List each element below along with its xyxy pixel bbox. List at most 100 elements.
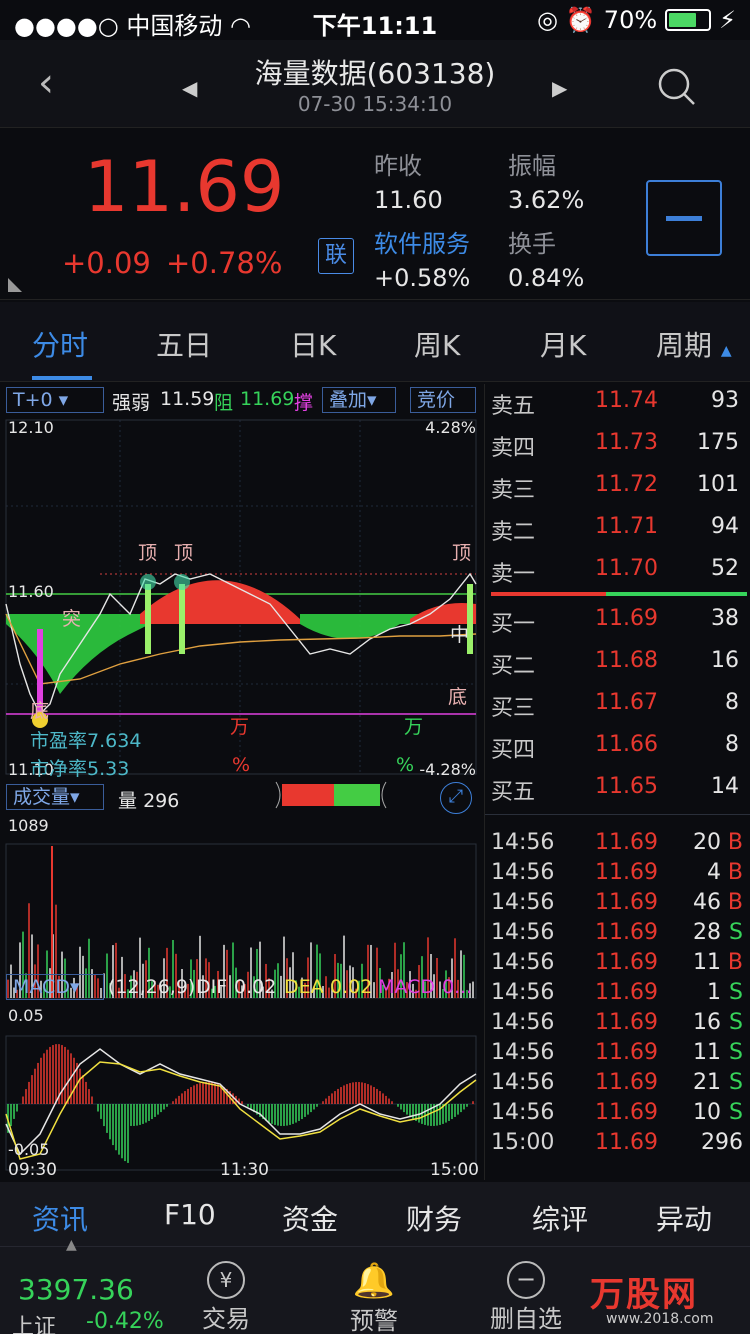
nav-bar: ‹ ◀ 海量数据(603138) 07-30 15:34:10 ▶ — [0, 40, 750, 128]
tab-weekly-k[interactable]: 周K — [414, 324, 460, 364]
pe-label: 市盈率 — [30, 730, 88, 752]
price-change-pct: +0.78% — [166, 246, 283, 280]
next-stock-icon[interactable]: ▶ — [552, 76, 567, 100]
outflow-wan: 万 — [404, 716, 424, 738]
tab-rating[interactable]: 综评 — [532, 1198, 588, 1238]
bid-row[interactable]: 买三 11.67 8 — [485, 690, 750, 726]
tick-price: 11.69 — [595, 1010, 658, 1035]
pb-value: 5.33 — [87, 758, 130, 780]
ask-volume: 94 — [711, 514, 739, 539]
watermark-logo: 万股网 — [590, 1275, 698, 1315]
tab-f10[interactable]: F10 — [164, 1198, 216, 1231]
overlay-select[interactable]: 叠加▾ — [322, 387, 396, 413]
tick-time: 14:56 — [491, 950, 555, 975]
tick-time: 14:56 — [491, 920, 555, 945]
alert-label: 预警 — [350, 1307, 398, 1334]
bid-volume: 14 — [711, 774, 739, 799]
tick-row: 15:00 11.69 296 — [485, 1130, 750, 1160]
macd-label: MACD — [378, 976, 435, 998]
tab-news[interactable]: 资讯 — [32, 1198, 88, 1238]
tab-monthly-k[interactable]: 月K — [540, 324, 586, 364]
intraday-chart: T+0 ▾ 强弱 11.59 阻 11.69 撑 叠加▾ 竞价 12.10 11… — [0, 384, 482, 1180]
macd-axis-bottom: -0.05 — [8, 1140, 50, 1159]
macd-value: 0... — [442, 976, 473, 998]
tick-volume: 21 — [693, 1070, 721, 1095]
ask-volume: 175 — [697, 430, 739, 455]
time-end: 15:00 — [430, 1160, 479, 1180]
bid-volume: 16 — [711, 648, 739, 673]
dif-value: 0.02 — [234, 976, 277, 998]
bell-icon: 🔔 — [352, 1261, 396, 1301]
bid-level: 买一 — [491, 612, 536, 637]
tab-unusual[interactable]: 异动 — [656, 1198, 712, 1238]
tick-side: S — [729, 1040, 743, 1065]
volume-select[interactable]: 成交量▾ — [6, 784, 104, 810]
auction-button[interactable]: 竞价 — [410, 387, 476, 413]
resist-value: 11.69 — [240, 388, 295, 410]
bid-level: 买五 — [491, 780, 536, 805]
alarm-icon: ⏰ — [565, 6, 596, 34]
ask-row[interactable]: 卖一 11.70 52 — [485, 556, 750, 592]
tick-volume: 4 — [707, 860, 721, 885]
bottom-mark-2: 底 — [448, 686, 468, 708]
ask-row[interactable]: 卖四 11.73 175 — [485, 430, 750, 466]
inflow-wan: 万 — [230, 716, 250, 738]
bid-price: 11.68 — [595, 648, 658, 673]
tick-side: S — [729, 1100, 743, 1125]
ask-row[interactable]: 卖五 11.74 93 — [485, 388, 750, 424]
pb-ratio: 市净率5.33 — [30, 754, 129, 781]
tick-time: 14:56 — [491, 1010, 555, 1035]
rotation-lock-icon: ◎ — [536, 6, 558, 34]
bid-volume: 38 — [711, 606, 739, 631]
tab-intraday[interactable]: 分时 — [32, 324, 88, 364]
expand-icon[interactable]: ⤢ — [440, 782, 472, 814]
tick-time: 14:56 — [491, 1100, 555, 1125]
bottom-mark-1: 底 — [30, 700, 50, 722]
tab-funds[interactable]: 资金 — [282, 1198, 338, 1238]
bid-row[interactable]: 买五 11.65 14 — [485, 774, 750, 810]
remove-watchlist-button[interactable] — [646, 180, 722, 256]
pe-value: 7.634 — [87, 730, 142, 752]
tab-finance[interactable]: 财务 — [406, 1198, 462, 1238]
trade-button[interactable]: ¥ 交易 — [196, 1261, 256, 1334]
tick-time: 14:56 — [491, 890, 555, 915]
alert-button[interactable]: 🔔 预警 — [344, 1261, 404, 1334]
t0-select[interactable]: T+0 ▾ — [6, 387, 104, 413]
delete-watchlist-button[interactable]: − 删自选 — [484, 1261, 568, 1334]
index-value[interactable]: 3397.36 — [18, 1273, 134, 1306]
tick-side: S — [729, 1010, 743, 1035]
tick-volume: 20 — [693, 830, 721, 855]
period-tabs: 分时 五日 日K 周K 月K 周期 ▲ — [0, 302, 750, 382]
tick-row: 14:56 11.69 11 B — [485, 950, 750, 980]
info-tabs: 资讯 F10 资金 财务 综评 异动 — [0, 1182, 750, 1246]
bid-level: 买二 — [491, 654, 536, 679]
bid-row[interactable]: 买二 11.68 16 — [485, 648, 750, 684]
tick-volume: 10 — [693, 1100, 721, 1125]
battery-pct: 70% — [603, 6, 658, 34]
ask-row[interactable]: 卖三 11.72 101 — [485, 472, 750, 508]
bid-row[interactable]: 买四 11.66 8 — [485, 732, 750, 768]
t0-select-label: T+0 — [13, 389, 53, 411]
tab-daily-k[interactable]: 日K — [290, 324, 336, 364]
tick-time: 14:56 — [491, 1070, 555, 1095]
bid-ask-ratio-bar — [491, 592, 747, 596]
tab-five-day[interactable]: 五日 — [156, 324, 212, 364]
ask-row[interactable]: 卖二 11.71 94 — [485, 514, 750, 550]
battery-icon — [665, 9, 712, 31]
order-book: 卖五 11.74 93 卖四 11.73 175 卖三 11.72 101 卖二 11… — [484, 384, 750, 1180]
linked-button[interactable]: 联 — [318, 238, 354, 274]
ask-price: 11.73 — [595, 430, 658, 455]
search-icon[interactable] — [656, 66, 696, 106]
bid-row[interactable]: 买一 11.69 38 — [485, 606, 750, 642]
prev-close-label: 昨收 — [374, 152, 422, 180]
sector-link[interactable]: 软件服务 — [374, 224, 470, 259]
tab-period[interactable]: 周期 ▲ — [656, 324, 732, 364]
time-mid: 11:30 — [220, 1160, 269, 1180]
tick-side: S — [729, 920, 743, 945]
bid-level: 买四 — [491, 738, 536, 763]
quote-datetime: 07-30 15:34:10 — [297, 92, 453, 116]
stock-title: 海量数据(603138) — [254, 57, 496, 90]
ask-level: 卖三 — [491, 478, 536, 503]
macd-select[interactable]: MACD▾ — [6, 974, 104, 1000]
turnover-value: 0.84% — [508, 264, 585, 292]
